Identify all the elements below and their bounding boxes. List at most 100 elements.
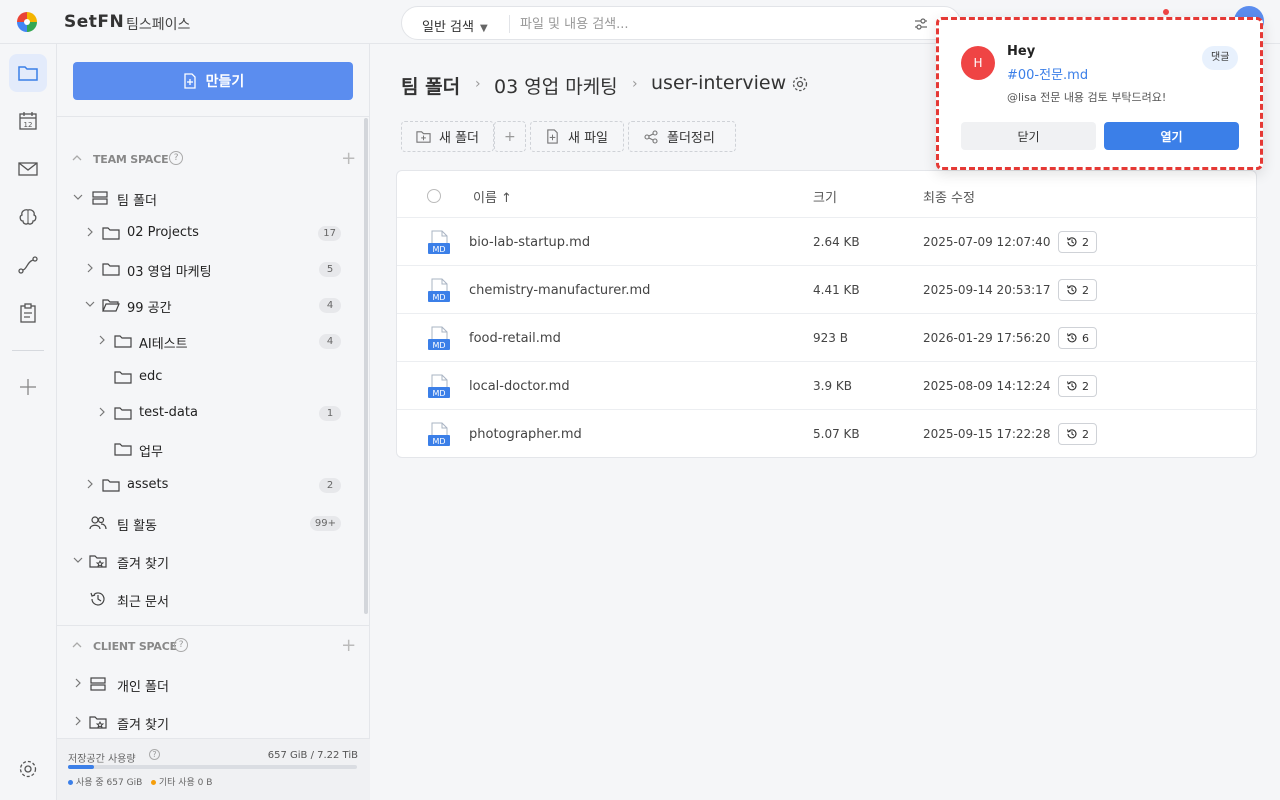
breadcrumb-item[interactable]: 03 영업 마케팅 (494, 72, 618, 99)
rail-settings-button[interactable] (9, 750, 47, 788)
file-name[interactable]: local-doctor.md (469, 379, 570, 394)
storage-title: 저장공간 사용량 (68, 754, 136, 765)
tree-item-02-projects[interactable]: 02 Projects 17 (85, 221, 341, 245)
file-size: 2.64 KB (813, 235, 860, 249)
tree-team-activity[interactable]: 팀 활동 99+ (73, 511, 341, 535)
create-button[interactable]: 만들기 (73, 62, 353, 100)
add-team-item-icon[interactable]: + (341, 148, 356, 169)
file-row[interactable]: MD local-doctor.md 3.9 KB 2025-08-09 14:12:… (397, 362, 1258, 410)
column-modified-header[interactable]: 최종 수정 (923, 187, 975, 206)
clipboard-icon (20, 303, 36, 323)
file-name[interactable]: chemistry-manufacturer.md (469, 283, 650, 298)
file-row[interactable]: MD photographer.md 5.07 KB 2025-09-15 17:22… (397, 410, 1258, 458)
rail-mail-button[interactable] (9, 150, 47, 188)
tree-item-03-sales-marketing[interactable]: 03 영업 마케팅 5 (85, 257, 341, 281)
folder-icon (102, 227, 120, 240)
add-client-item-icon[interactable]: + (341, 635, 356, 656)
file-row[interactable]: MD bio-lab-startup.md 2.64 KB 2025-07-09 12… (397, 218, 1258, 266)
new-folder-menu-button[interactable]: + (494, 121, 526, 152)
tree-item-test-data[interactable]: test-data 1 (97, 401, 341, 425)
breadcrumb-item[interactable]: 팀 폴더 (401, 72, 460, 99)
version-history-button[interactable]: 2 (1058, 423, 1097, 445)
folder-settings-gear-icon[interactable] (791, 75, 809, 93)
column-size-header[interactable]: 크기 (813, 187, 837, 206)
client-space-label: CLIENT SPACE (93, 640, 177, 653)
version-history-button[interactable]: 6 (1058, 327, 1097, 349)
star-folder-icon (89, 716, 107, 729)
new-folder-label: 새 폴더 (439, 131, 480, 146)
history-icon (1066, 237, 1077, 247)
tree-label: 즐겨 찾기 (117, 718, 169, 733)
file-list: 이름 ↑ 크기 최종 수정 MD bio-lab-startup.md 2.64 K… (396, 170, 1258, 458)
item-count-badge: 17 (318, 226, 341, 241)
tree-label: AI테스트 (139, 337, 188, 352)
rail-ai-button[interactable] (9, 198, 47, 236)
new-folder-button[interactable]: 새 폴더 (401, 121, 494, 152)
tree-item-ai-test[interactable]: AI테스트 4 (97, 329, 341, 353)
organize-folder-button[interactable]: 폴더정리 (628, 121, 736, 152)
breadcrumb-item-current: user-interview (651, 72, 787, 94)
item-count-badge: 1 (319, 406, 341, 421)
rail-tasks-button[interactable] (9, 294, 47, 332)
column-name-header[interactable]: 이름 ↑ (473, 187, 512, 206)
app-logo-icon[interactable] (16, 11, 38, 33)
search-mode-select[interactable]: 일반 검색 ▼ (422, 16, 488, 35)
tree-recent-docs[interactable]: 최근 문서 (73, 587, 363, 611)
sidebar-divider (57, 625, 370, 626)
sender-avatar: H (961, 46, 995, 80)
workflow-icon (18, 256, 38, 274)
brand-name: SetFN (64, 12, 125, 32)
close-button[interactable]: 닫기 (961, 122, 1096, 150)
history-icon (90, 592, 105, 606)
file-modified: 2025-09-14 20:53:17 (923, 283, 1051, 297)
search-input[interactable] (520, 15, 900, 33)
filter-sliders-icon[interactable] (913, 16, 929, 32)
tree-item-99-space[interactable]: 99 공간 4 (85, 293, 341, 317)
folder-icon (102, 263, 120, 276)
chevron-right-icon (87, 263, 93, 273)
version-history-button[interactable]: 2 (1058, 279, 1097, 301)
item-count-badge: 4 (319, 298, 341, 313)
rail-workflow-button[interactable] (9, 246, 47, 284)
space-name[interactable]: 팀스페이스 (126, 14, 190, 34)
brain-icon (19, 209, 37, 225)
rail-add-button[interactable] (9, 368, 47, 406)
sender-name: Hey (1007, 44, 1036, 59)
help-icon[interactable]: ? (149, 749, 160, 760)
tree-personal-folder[interactable]: 개인 폴더 (73, 672, 363, 696)
chevron-down-icon: ▼ (479, 23, 488, 34)
open-button[interactable]: 열기 (1104, 122, 1239, 150)
file-name[interactable]: food-retail.md (469, 331, 561, 346)
file-row[interactable]: MD chemistry-manufacturer.md 4.41 KB 2025-0… (397, 266, 1258, 314)
people-icon (89, 516, 107, 530)
markdown-file-icon: MD (428, 326, 450, 350)
client-space-header[interactable]: CLIENT SPACE ? + (71, 635, 356, 657)
tree-favorites[interactable]: 즐겨 찾기 (73, 549, 363, 573)
file-name[interactable]: bio-lab-startup.md (469, 235, 590, 250)
sidebar-scrollbar[interactable] (364, 118, 368, 614)
version-count: 2 (1082, 283, 1089, 297)
tree-client-favorites[interactable]: 즐겨 찾기 (73, 710, 363, 734)
version-history-button[interactable]: 2 (1058, 375, 1097, 397)
file-row[interactable]: MD food-retail.md 923 B 2026-01-29 17:56:20… (397, 314, 1258, 362)
version-history-button[interactable]: 2 (1058, 231, 1097, 253)
tree-item-assets[interactable]: assets 2 (85, 473, 341, 497)
rail-calendar-button[interactable]: 12 (9, 102, 47, 140)
folder-icon (114, 371, 132, 384)
tree-label: 02 Projects (127, 225, 199, 240)
tree-item-work[interactable]: 업무 (97, 437, 341, 461)
help-icon[interactable]: ? (169, 151, 183, 165)
new-file-button[interactable]: 새 파일 (530, 121, 624, 152)
tree-team-folder[interactable]: 팀 폴더 (73, 186, 363, 210)
team-space-header[interactable]: TEAM SPACE ? + (71, 148, 356, 170)
tree-item-edc[interactable]: edc (97, 365, 341, 389)
help-icon[interactable]: ? (174, 638, 188, 652)
notification-file-link[interactable]: #00-전문.md (1007, 64, 1088, 83)
rail-files-button[interactable] (9, 54, 47, 92)
select-all-checkbox[interactable] (427, 189, 441, 203)
folder-icon (18, 66, 38, 81)
tree-label: 즐겨 찾기 (117, 557, 169, 572)
item-count-badge: 2 (319, 478, 341, 493)
left-rail: 12 (0, 44, 57, 800)
file-name[interactable]: photographer.md (469, 427, 582, 442)
